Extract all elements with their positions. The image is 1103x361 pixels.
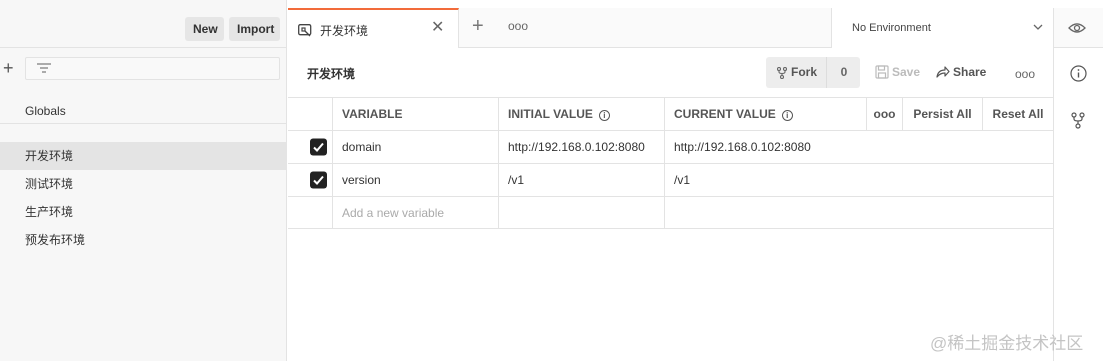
new-variable-input[interactable]: Add a new variable <box>333 197 499 228</box>
table-row: version /v1 /v1 <box>288 164 1053 197</box>
table-header-row: VARIABLE INITIAL VALUE i CURRENT VALUE i o… <box>288 97 1053 131</box>
page-title: 开发环境 <box>307 67 356 81</box>
tab-active-environment[interactable]: 开发环境 ✕ <box>288 8 459 48</box>
info-icon[interactable] <box>1070 65 1087 82</box>
initial-value-label: INITIAL VALUE <box>508 107 593 121</box>
tab-more-icon[interactable]: ooo <box>508 19 528 33</box>
sidebar-search-row: + <box>0 48 287 88</box>
row-checkbox-cell <box>288 197 333 228</box>
sidebar-item-env-4[interactable]: 预发布环境 <box>0 226 287 254</box>
environment-selector[interactable]: No Environment <box>831 8 1054 48</box>
fork-label: Fork <box>791 65 818 79</box>
watermark: @稀土掘金技术社区 <box>930 334 1084 353</box>
right-icon-strip <box>1053 48 1103 361</box>
header-more-icon[interactable]: ooo <box>1015 67 1035 81</box>
checkmark-icon <box>313 142 324 152</box>
column-header-initial-value: INITIAL VALUE i <box>499 98 665 130</box>
fork-group: Fork 0 <box>766 57 860 88</box>
import-button[interactable]: Import <box>229 17 280 41</box>
add-environment-icon[interactable]: + <box>3 59 17 77</box>
table-more-button[interactable]: ooo <box>867 98 903 130</box>
variable-name-cell[interactable]: domain <box>333 131 499 163</box>
environment-header: 开发环境 Fork 0 Save Share ooo <box>288 48 1053 97</box>
sidebar-toolbar: New Import <box>0 8 287 48</box>
column-header-variable: VARIABLE <box>333 98 499 130</box>
info-icon[interactable]: i <box>598 110 610 121</box>
initial-value-cell[interactable]: http://192.168.0.102:8080 <box>499 131 665 163</box>
tab-bar: 开发环境 ✕ + ooo No Environment <box>288 8 1103 48</box>
table-row: domain http://192.168.0.102:8080 http://… <box>288 131 1053 164</box>
initial-value-cell[interactable]: /v1 <box>499 164 665 196</box>
new-tab-icon[interactable]: + <box>472 16 484 36</box>
close-icon[interactable]: ✕ <box>431 20 444 36</box>
environment-selector-value: No Environment <box>852 22 931 34</box>
reset-all-button[interactable]: Reset All <box>983 98 1053 130</box>
new-current-value-cell[interactable] <box>665 197 867 228</box>
share-icon <box>936 66 950 78</box>
save-label: Save <box>892 65 921 79</box>
environment-tab-icon <box>298 24 312 37</box>
current-value-label: CURRENT VALUE <box>674 107 776 121</box>
fork-icon <box>777 67 787 79</box>
current-value-cell[interactable]: /v1 <box>665 164 867 196</box>
persist-all-button[interactable]: Persist All <box>903 98 983 130</box>
fork-count[interactable]: 0 <box>828 57 860 88</box>
fork-button[interactable]: Fork <box>766 57 827 88</box>
row-checkbox-cell <box>288 131 333 163</box>
sidebar-item-globals[interactable]: Globals <box>0 98 287 124</box>
chevron-down-icon <box>1033 24 1043 30</box>
current-value-cell[interactable]: http://192.168.0.102:8080 <box>665 131 867 163</box>
eye-icon[interactable] <box>1068 21 1086 35</box>
share-label: Share <box>953 65 987 79</box>
table-header-checkbox-cell <box>288 98 333 130</box>
column-header-current-value: CURRENT VALUE i <box>665 98 867 130</box>
sidebar-item-env-1[interactable]: 开发环境 <box>0 142 287 170</box>
checkmark-icon <box>313 175 324 185</box>
new-initial-value-cell[interactable] <box>499 197 665 228</box>
save-icon <box>875 65 889 79</box>
filter-input[interactable] <box>25 57 280 80</box>
tab-label: 开发环境 <box>320 24 369 38</box>
variable-name-cell[interactable]: version <box>333 164 499 196</box>
row-checkbox[interactable] <box>310 138 327 156</box>
sidebar: New Import + Globals 开发环境 测试环境 生产环境 预发布环… <box>0 0 287 361</box>
row-checkbox-cell <box>288 164 333 196</box>
new-button[interactable]: New <box>185 17 224 41</box>
info-icon[interactable]: i <box>781 110 793 121</box>
sidebar-item-env-2[interactable]: 测试环境 <box>0 170 287 198</box>
new-variable-row: Add a new variable <box>288 197 1053 229</box>
sidebar-item-env-3[interactable]: 生产环境 <box>0 198 287 226</box>
row-checkbox[interactable] <box>310 171 327 189</box>
fork-icon[interactable] <box>1071 112 1085 129</box>
filter-icon <box>37 63 51 73</box>
